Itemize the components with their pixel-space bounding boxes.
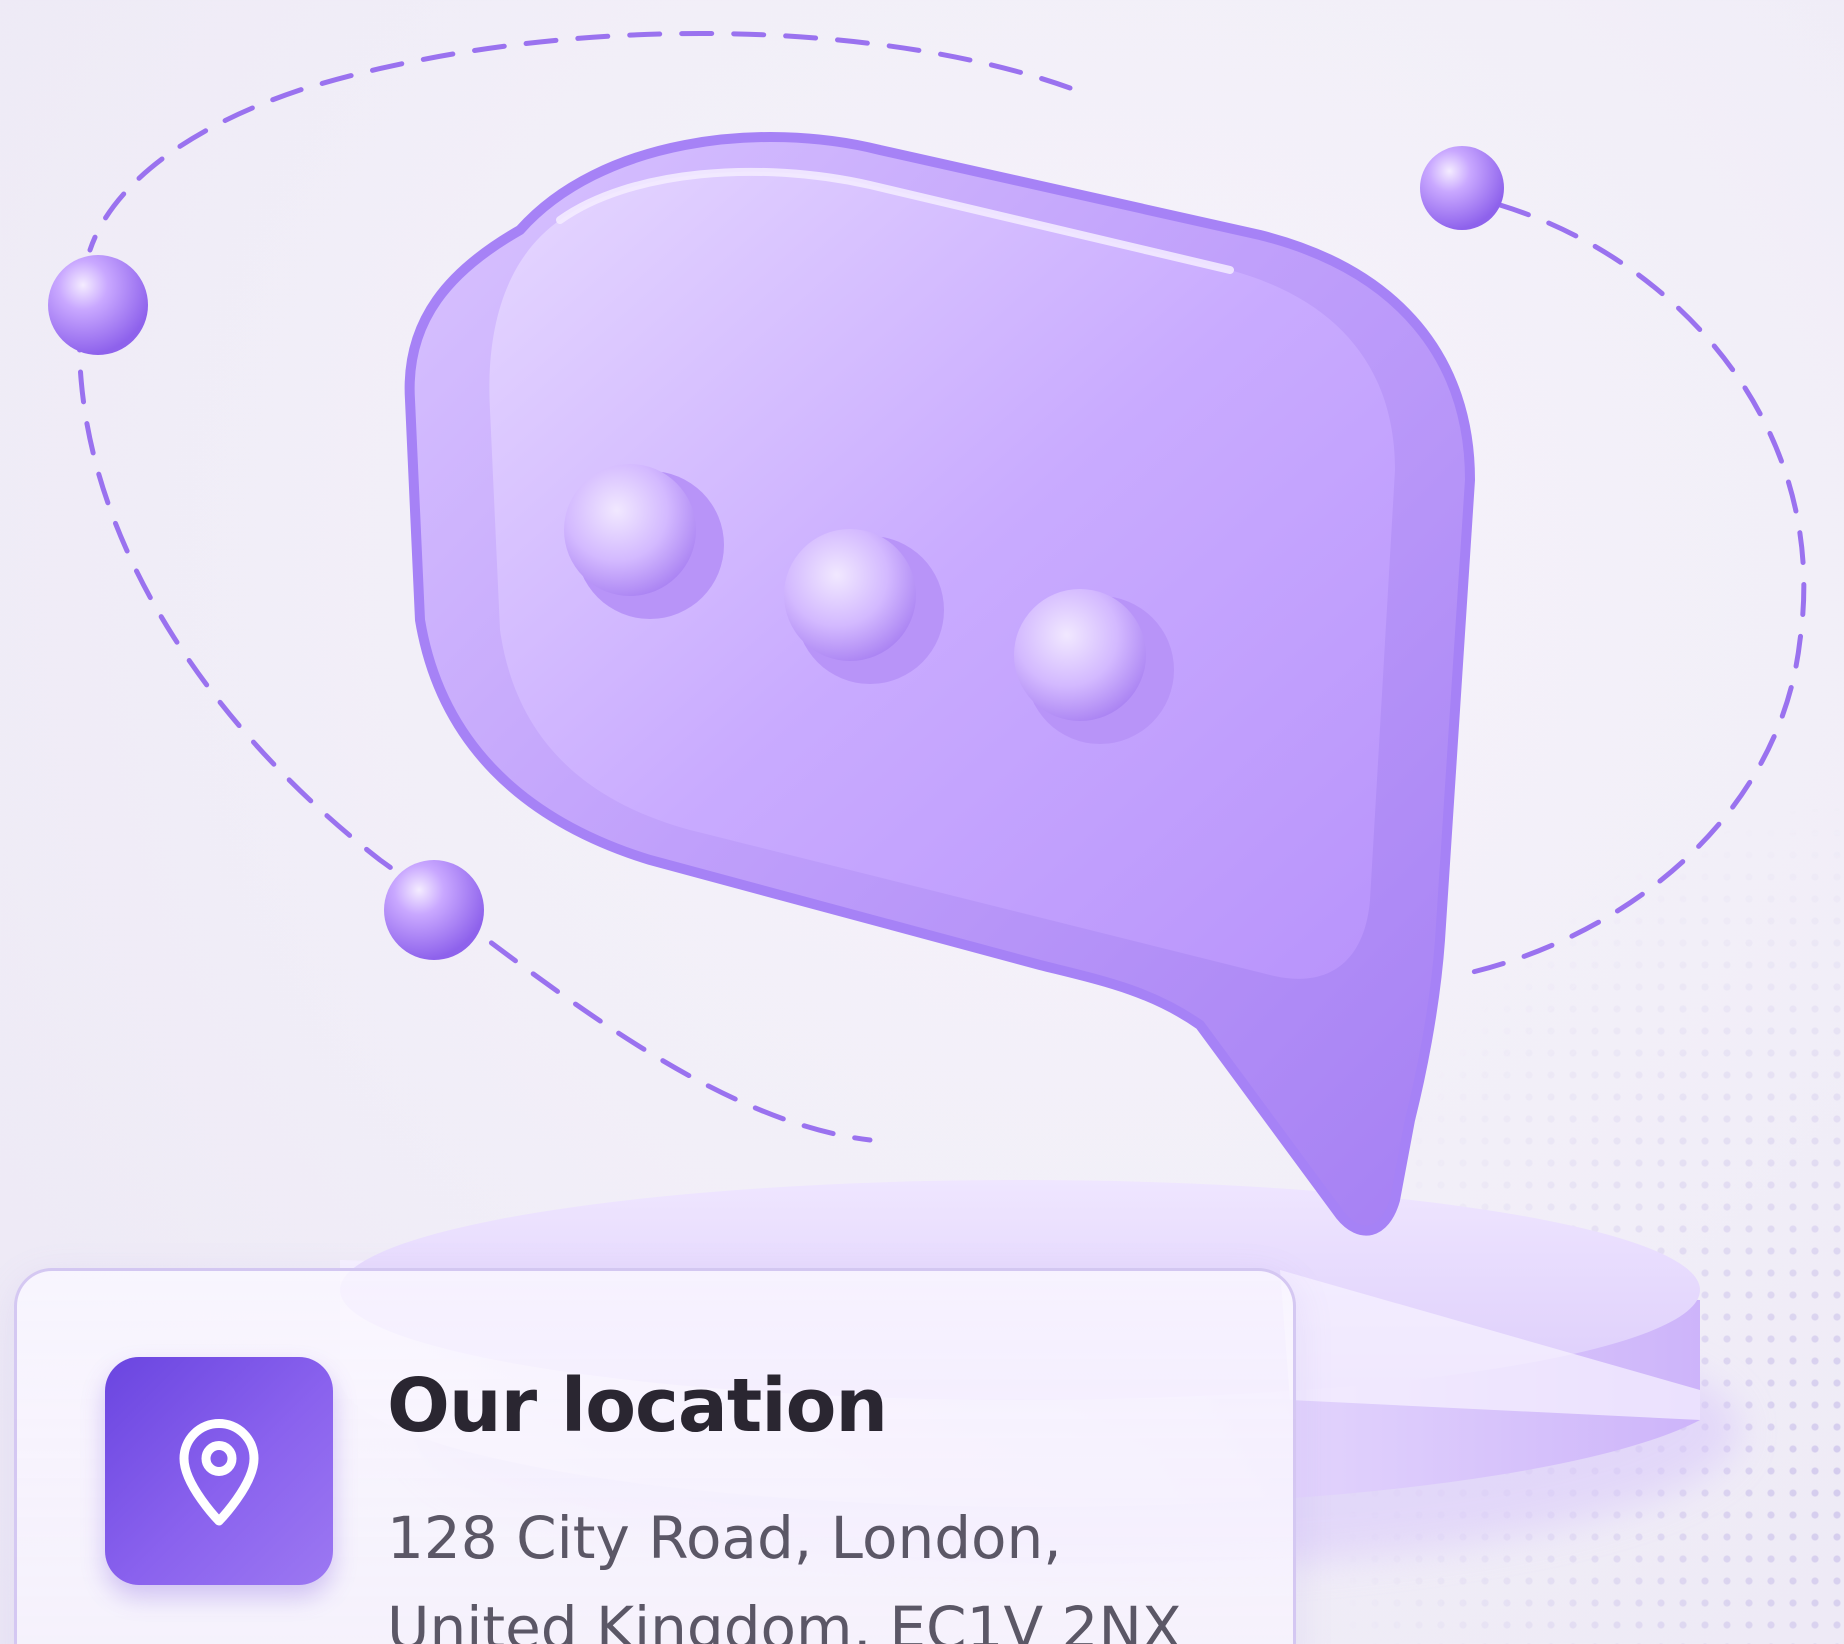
map-pin-icon — [179, 1419, 259, 1526]
location-card: Our location 128 City Road, London, Unit… — [14, 1268, 1296, 1644]
address-line-1: 128 City Road, London, — [387, 1504, 1062, 1572]
chat-bubble-icon — [404, 131, 1476, 1236]
hero-illustration: Our location 128 City Road, London, Unit… — [0, 0, 1844, 1644]
location-icon-tile — [105, 1357, 333, 1585]
card-title: Our location — [387, 1363, 888, 1449]
address-text: 128 City Road, London, United Kingdom, E… — [387, 1493, 1287, 1644]
address-line-2: United Kingdom, EC1V 2NX — [387, 1594, 1182, 1644]
